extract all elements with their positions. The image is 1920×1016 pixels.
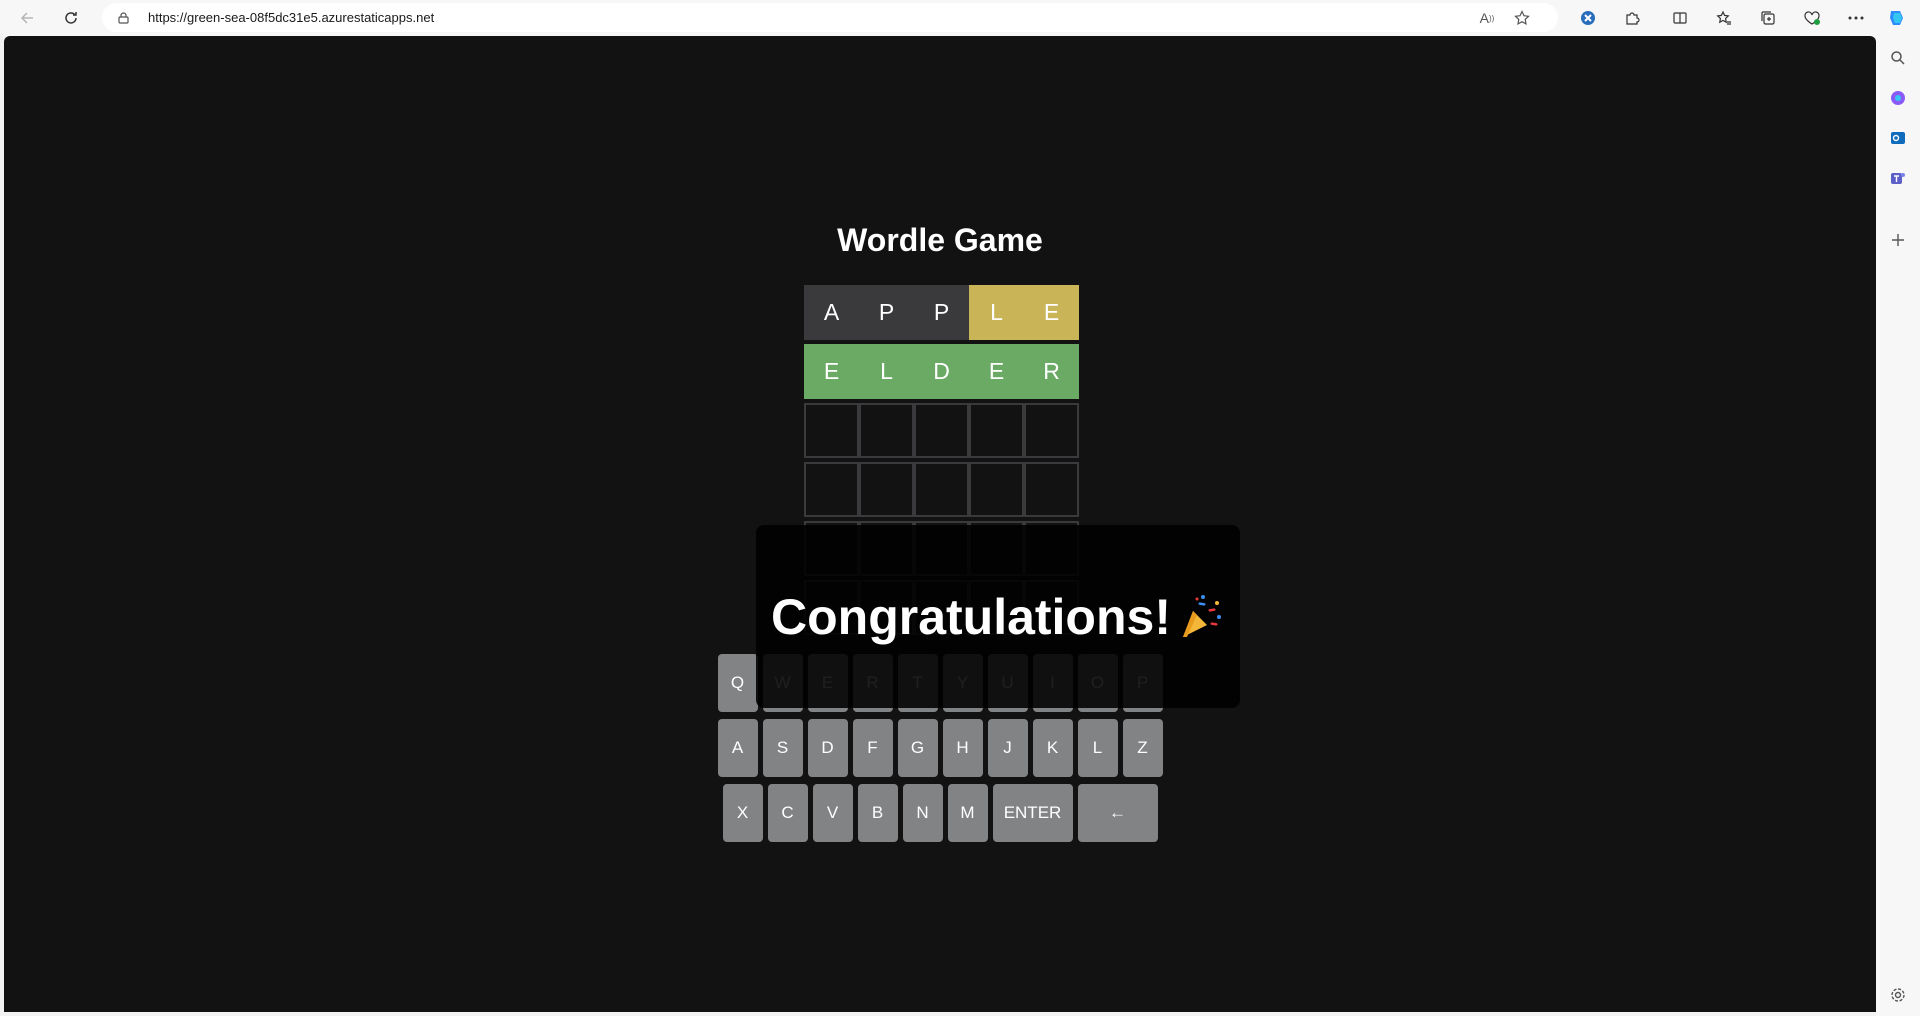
puzzle-icon[interactable] [1620, 6, 1644, 30]
favorites-icon[interactable] [1712, 6, 1736, 30]
key-x[interactable]: X [722, 784, 763, 842]
board-tile: E [969, 344, 1024, 399]
congratulations-message: Congratulations! [771, 588, 1171, 645]
key-h[interactable]: H [942, 719, 983, 777]
key-d[interactable]: D [807, 719, 848, 777]
extension-icon[interactable] [1576, 6, 1600, 30]
keyboard-row: X C V B N M ENTER ← [4, 784, 1876, 842]
collections-icon[interactable] [1756, 6, 1780, 30]
board-tile: A [804, 285, 859, 340]
key-c[interactable]: C [767, 784, 808, 842]
board-tile [969, 403, 1024, 458]
address-bar[interactable]: https://green-sea-08f5dc31e5.azurestatic… [102, 3, 1558, 32]
browser-toolbar: https://green-sea-08f5dc31e5.azurestatic… [0, 0, 1920, 36]
board-tile: E [1024, 285, 1079, 340]
outlook-icon[interactable] [1887, 127, 1909, 149]
congratulations-modal: Congratulations! [756, 525, 1240, 708]
add-icon[interactable] [1887, 229, 1909, 251]
key-j[interactable]: J [987, 719, 1028, 777]
board-tile: E [804, 344, 859, 399]
url-text[interactable]: https://green-sea-08f5dc31e5.azurestatic… [148, 10, 434, 25]
backspace-key[interactable]: ← [1077, 784, 1158, 842]
copilot-icon[interactable] [1885, 6, 1909, 30]
board-tile: R [1024, 344, 1079, 399]
key-f[interactable]: F [852, 719, 893, 777]
key-g[interactable]: G [897, 719, 938, 777]
board-tile [1024, 403, 1079, 458]
key-z[interactable]: Z [1122, 719, 1163, 777]
key-s[interactable]: S [762, 719, 803, 777]
party-popper-icon [1177, 593, 1225, 641]
teams-icon[interactable] [1887, 167, 1909, 189]
key-k[interactable]: K [1032, 719, 1073, 777]
page-viewport: Wordle Game APPLEELDER QWERTYUIOPASDFGHJ… [4, 36, 1876, 1012]
refresh-icon[interactable] [58, 5, 84, 31]
key-m[interactable]: M [947, 784, 988, 842]
key-l[interactable]: L [1077, 719, 1118, 777]
enter-key[interactable]: ENTER [992, 784, 1073, 842]
key-v[interactable]: V [812, 784, 853, 842]
board-tile [859, 462, 914, 517]
keyboard-row: ASDFGHJKLZ [4, 719, 1876, 777]
search-icon[interactable] [1887, 47, 1909, 69]
board-tile [804, 403, 859, 458]
edge-sidebar [1876, 36, 1920, 1016]
board-tile [859, 403, 914, 458]
performance-icon[interactable] [1800, 6, 1824, 30]
board-tile [969, 462, 1024, 517]
board-row: APPLE [804, 285, 1079, 340]
board-row [804, 462, 1079, 517]
favorite-star-icon[interactable] [1512, 8, 1532, 28]
page-title: Wordle Game [837, 222, 1043, 258]
board-tile: P [859, 285, 914, 340]
board-tile: L [859, 344, 914, 399]
split-screen-icon[interactable] [1668, 6, 1692, 30]
back-icon[interactable] [14, 5, 40, 31]
board-tile: L [969, 285, 1024, 340]
board-row: ELDER [804, 344, 1079, 399]
read-aloud-icon[interactable]: A)) [1477, 8, 1497, 28]
board-tile: D [914, 344, 969, 399]
board-tile [804, 462, 859, 517]
key-q[interactable]: Q [717, 654, 758, 712]
board-tile: P [914, 285, 969, 340]
key-b[interactable]: B [857, 784, 898, 842]
settings-icon[interactable] [1887, 984, 1909, 1006]
board-row [804, 403, 1079, 458]
shapes-icon[interactable] [1887, 87, 1909, 109]
key-a[interactable]: A [717, 719, 758, 777]
lock-icon[interactable] [118, 11, 129, 24]
key-n[interactable]: N [902, 784, 943, 842]
board-tile [1024, 462, 1079, 517]
board-tile [914, 462, 969, 517]
more-icon[interactable] [1844, 6, 1868, 30]
board-tile [914, 403, 969, 458]
